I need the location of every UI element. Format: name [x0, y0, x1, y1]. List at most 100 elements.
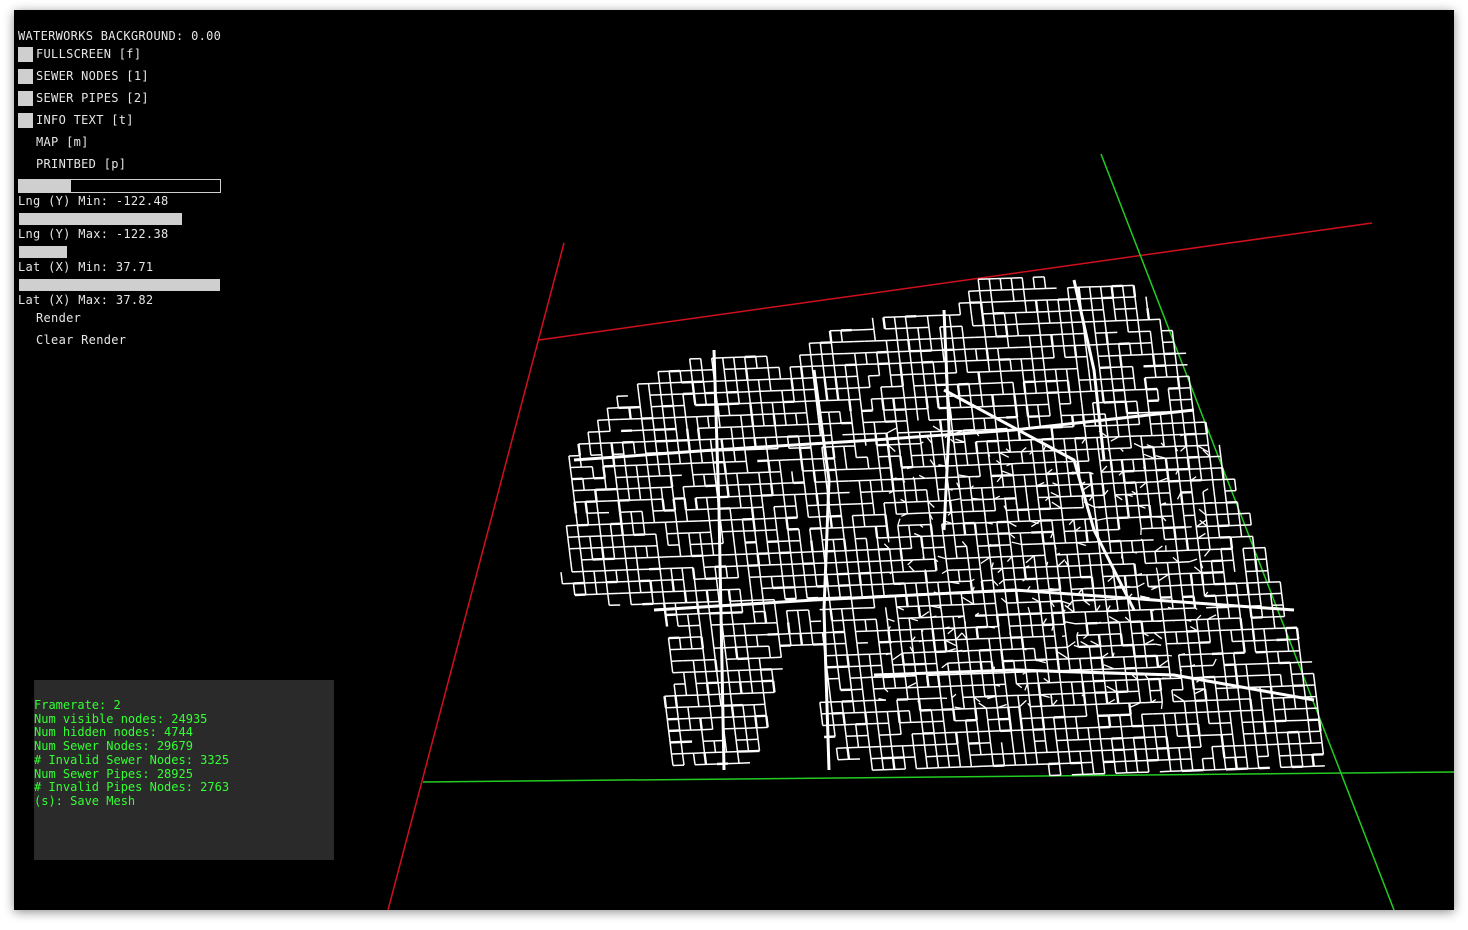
- sewer-pipe-segment: [879, 746, 883, 759]
- sewer-pipe-segment: [616, 489, 620, 501]
- sewer-pipe-segment: [1042, 450, 1046, 463]
- sewer-pipe-segment: [1179, 399, 1183, 412]
- sewer-pipe-segment: [578, 536, 581, 549]
- sewer-pipe-segment: [840, 330, 844, 343]
- sewer-pipe-segment: [897, 618, 901, 631]
- sewer-pipe-segment: [822, 458, 826, 471]
- lat-min-slider-track[interactable]: [18, 245, 221, 259]
- info-text-checkbox[interactable]: [18, 113, 33, 128]
- sewer-pipe-segment: [938, 686, 942, 699]
- info-save-mesh-hint[interactable]: (s): Save Mesh: [34, 794, 135, 808]
- sewer-pipe-segment: [1171, 689, 1175, 702]
- sewer-pipe-segment: [856, 643, 860, 655]
- sewer-pipe-segment: [1018, 706, 1022, 719]
- sewer-nodes-checkbox[interactable]: [18, 69, 33, 84]
- sewer-pipe-segment: [935, 477, 939, 490]
- sewer-pipe-segment: [639, 407, 643, 419]
- sewer-pipe-segment: [1169, 585, 1173, 598]
- sewer-pipe-segment: [1132, 551, 1138, 554]
- sewer-pipe-segment: [1080, 762, 1084, 775]
- sewer-pipe-segment: [909, 443, 913, 456]
- sewer-pipe-segment: [1230, 722, 1234, 735]
- sewer-pipe-segment: [1253, 547, 1257, 560]
- sewer-pipe-segment: [730, 705, 735, 718]
- sewer-pipe-segment: [931, 535, 935, 548]
- sewer-pipe-segment: [807, 609, 811, 622]
- sewer-pipe-segment: [569, 467, 573, 480]
- sewer-pipe-segment: [899, 455, 903, 468]
- sewer-pipe-segment: [685, 509, 689, 522]
- sewer-pipe-segment: [979, 383, 983, 396]
- lng-max-slider-track[interactable]: [18, 212, 221, 226]
- sewer-pipe-segment: [1198, 642, 1202, 655]
- waterworks-background-label[interactable]: WATERWORKS BACKGROUND: 0.00: [18, 29, 221, 43]
- sewer-pipe-segment: [879, 561, 883, 573]
- sewer-pipe-segment: [836, 481, 840, 493]
- sewer-pipe-segment: [1063, 531, 1067, 544]
- sewer-pipe-segment: [1156, 748, 1160, 761]
- sewer-pipe-segment: [1024, 683, 1029, 691]
- sewer-pipe-segment: [1029, 613, 1033, 626]
- sewer-pipe-segment: [694, 497, 699, 510]
- sewer-pipe-segment: [1137, 320, 1141, 332]
- sewer-pipe-segment: [1115, 599, 1119, 611]
- sewer-pipe-segment: [716, 404, 720, 417]
- sewer-pipe-segment: [1212, 572, 1215, 585]
- sewer-pipe-segment: [667, 638, 671, 650]
- sewer-pipe-segment: [1033, 462, 1036, 475]
- sewer-pipe-segment: [1033, 741, 1037, 753]
- sewer-pipe-segment: [970, 407, 974, 419]
- sewer-pipe-segment: [735, 380, 739, 393]
- sewer-pipe-segment: [1038, 323, 1042, 336]
- sewer-pipe-segment: [626, 569, 630, 582]
- fullscreen-checkbox[interactable]: [18, 47, 33, 62]
- sewer-pipe-segment: [898, 722, 902, 735]
- sewer-pipe-segment: [933, 373, 937, 386]
- sewer-pipe-segment: [1179, 573, 1182, 586]
- sewer-pipe-segment: [1067, 566, 1071, 578]
- sewer-pipe-segment: [1043, 636, 1047, 649]
- sewer-pipe-segment: [757, 379, 761, 392]
- printbed-button[interactable]: PRINTBED [p]: [36, 157, 126, 171]
- sewer-pipe-segment: [1078, 668, 1082, 671]
- sewer-pipe-segment: [938, 419, 943, 432]
- sewer-pipe-segment: [668, 464, 672, 476]
- sewer-pipe-segment: [1017, 695, 1021, 708]
- sewer-pipe-segment: [1005, 602, 1009, 615]
- sewer-pipe-segment: [845, 643, 849, 656]
- sewer-pipe-segment: [997, 440, 1001, 453]
- info-visible-nodes: Num visible nodes: 24935: [34, 711, 208, 726]
- sewer-pipe-segment: [996, 522, 999, 534]
- sewer-pipe-segment: [1067, 473, 1071, 485]
- sewer-pipe-segment: [1088, 739, 1092, 751]
- lat-max-slider-track[interactable]: [18, 278, 221, 292]
- sewer-pipe-segment: [916, 687, 920, 699]
- sewer-pipe-segment: [1010, 278, 1014, 290]
- sewer-pipe-segment: [1033, 648, 1037, 661]
- sewer-pipe-segment: [705, 590, 710, 603]
- clear-render-button[interactable]: Clear Render: [36, 333, 126, 347]
- sewer-pipe-segment: [904, 316, 908, 329]
- sewer-pipe-segment: [1143, 644, 1147, 657]
- sewer-pipe-segment: [1045, 474, 1049, 486]
- sewer-pipes-checkbox[interactable]: [18, 91, 33, 106]
- sewer-pipe-segment: [946, 570, 950, 582]
- sewer-pipe-segment: [1249, 513, 1252, 525]
- sewer-pipe-segment: [961, 511, 965, 524]
- map-button[interactable]: MAP [m]: [36, 135, 89, 149]
- sewer-pipe-segment: [1182, 422, 1186, 435]
- sewer-pipe-segment: [1008, 718, 1013, 731]
- sewer-pipe-segment: [1058, 403, 1062, 416]
- sewer-pipe-segment: [1155, 655, 1160, 668]
- sewer-pipe-segment: [1040, 346, 1044, 359]
- sewer-pipe-segment: [748, 484, 752, 497]
- render-button[interactable]: Render: [36, 311, 81, 325]
- sewer-pipe-segment: [670, 753, 674, 766]
- sewer-pipe-segment: [1014, 405, 1019, 418]
- sewer-pipe-segment: [935, 385, 939, 397]
- sewer-pipe-segment: [1123, 297, 1127, 309]
- sewer-pipe-segment: [1315, 696, 1319, 709]
- sewer-pipe-segment: [692, 753, 696, 765]
- sewer-pipe-segment: [761, 414, 765, 426]
- lng-min-slider-track[interactable]: [18, 179, 221, 193]
